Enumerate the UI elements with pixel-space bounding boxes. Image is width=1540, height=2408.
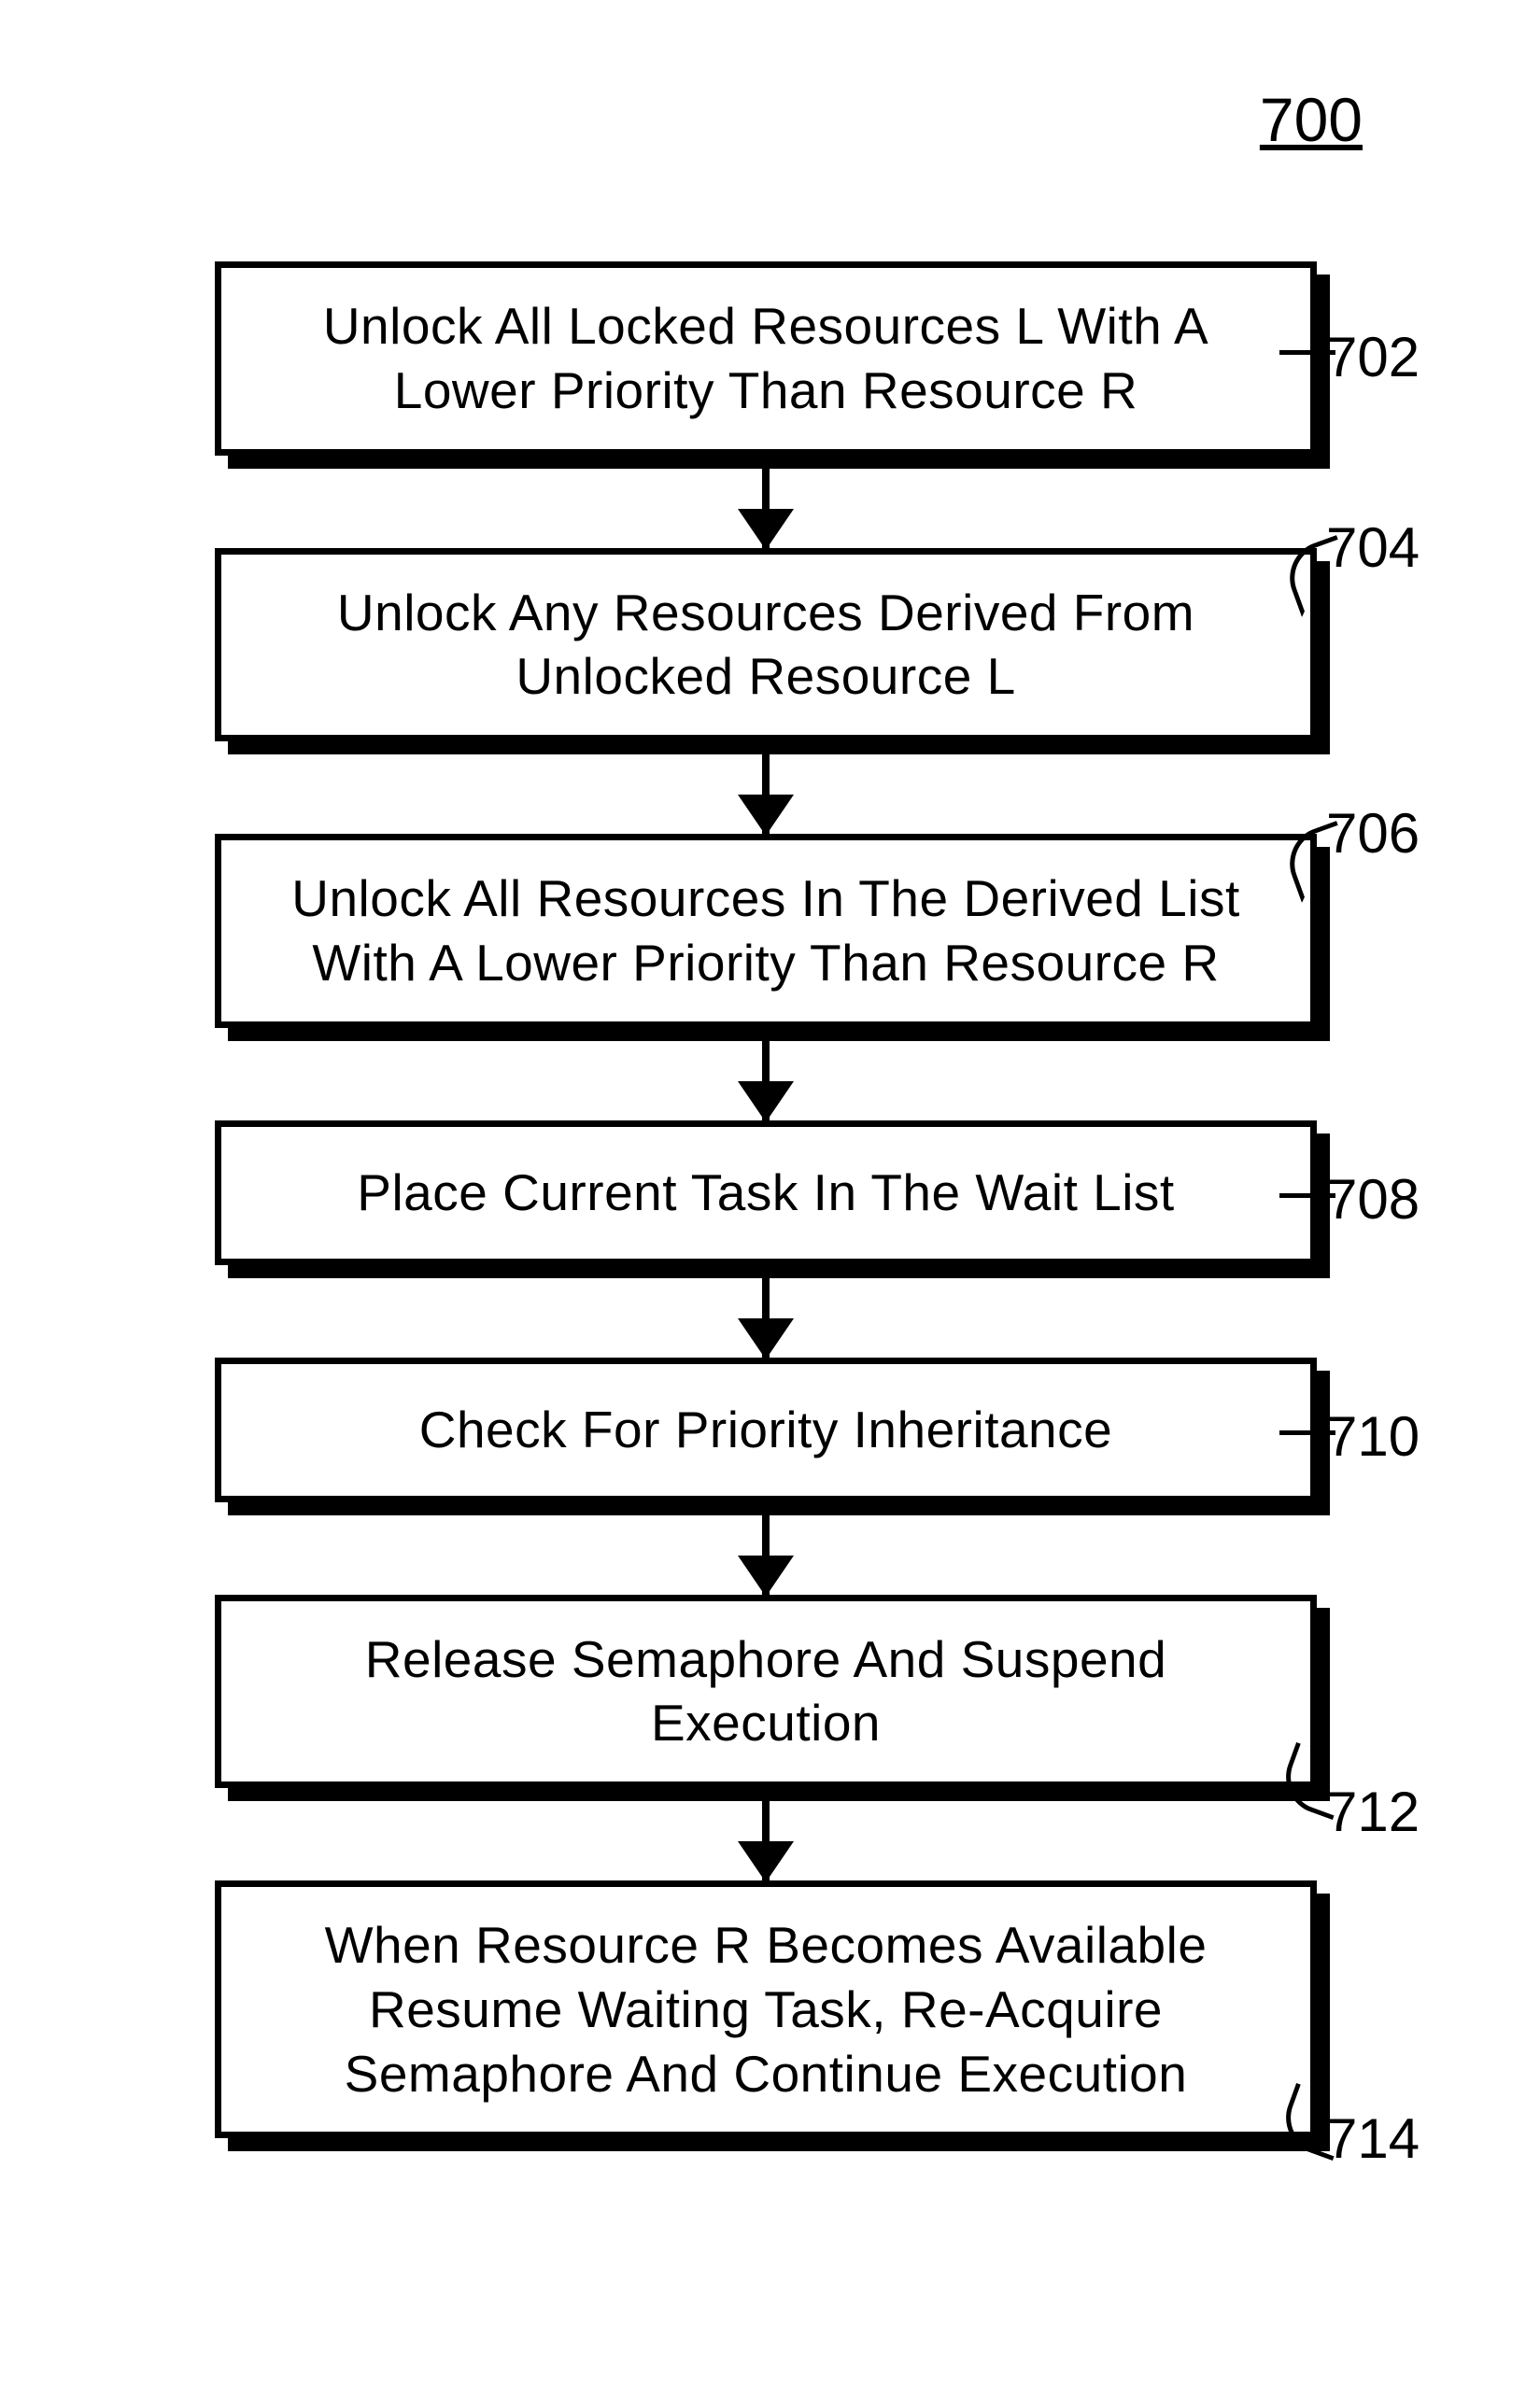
reference-number: 706: [1326, 801, 1476, 866]
reference-number: 708: [1326, 1167, 1476, 1232]
flow-step: Unlock All Locked Resources L With A Low…: [149, 261, 1382, 456]
process-box: Unlock All Locked Resources L With A Low…: [215, 261, 1317, 456]
flow-step: Release Semaphore And Suspend Execution …: [149, 1595, 1382, 1789]
flow-step: When Resource R Becomes Available Resume…: [149, 1880, 1382, 2138]
reference-number: 712: [1326, 1780, 1476, 1844]
process-box: Check For Priority Inheritance: [215, 1358, 1317, 1502]
process-box: Release Semaphore And Suspend Execution: [215, 1595, 1317, 1789]
process-text: Unlock Any Resources Derived From Unlock…: [277, 581, 1254, 710]
figure-number: 700: [1260, 84, 1363, 155]
process-text: Check For Priority Inheritance: [419, 1398, 1113, 1462]
flow-arrow: [762, 1515, 770, 1595]
flow-arrow: [762, 1278, 770, 1358]
process-box: Unlock All Resources In The Derived List…: [215, 834, 1317, 1028]
flow-arrow: [762, 1041, 770, 1120]
process-box: Unlock Any Resources Derived From Unlock…: [215, 548, 1317, 742]
flow-arrow: [762, 754, 770, 834]
process-text: Release Semaphore And Suspend Execution: [277, 1627, 1254, 1756]
process-text: Place Current Task In The Wait List: [357, 1161, 1174, 1225]
flow-step: Check For Priority Inheritance 710: [149, 1358, 1382, 1502]
flow-step: Place Current Task In The Wait List 708: [149, 1120, 1382, 1265]
reference-number: 714: [1326, 2106, 1476, 2171]
flowchart: Unlock All Locked Resources L With A Low…: [149, 261, 1382, 2138]
flow-step: Unlock Any Resources Derived From Unlock…: [149, 548, 1382, 742]
flowchart-page: 700 Unlock All Locked Resources L With A…: [0, 0, 1540, 2408]
process-text: When Resource R Becomes Available Resume…: [277, 1913, 1254, 2105]
process-box: Place Current Task In The Wait List: [215, 1120, 1317, 1265]
flow-step: Unlock All Resources In The Derived List…: [149, 834, 1382, 1028]
process-box: When Resource R Becomes Available Resume…: [215, 1880, 1317, 2138]
reference-number: 710: [1326, 1404, 1476, 1469]
process-text: Unlock All Resources In The Derived List…: [277, 866, 1254, 995]
flow-arrow: [762, 1801, 770, 1880]
process-text: Unlock All Locked Resources L With A Low…: [277, 294, 1254, 423]
reference-number: 704: [1326, 515, 1476, 580]
reference-number: 702: [1326, 325, 1476, 389]
flow-arrow: [762, 469, 770, 548]
